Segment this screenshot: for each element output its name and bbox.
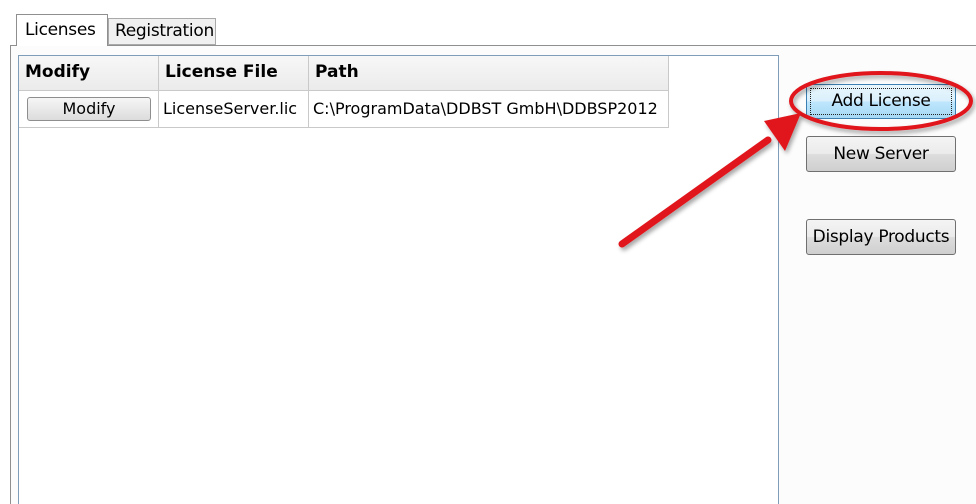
display-products-button[interactable]: Display Products — [806, 219, 956, 255]
new-server-button[interactable]: New Server — [806, 136, 956, 172]
tab-licenses[interactable]: Licenses — [16, 14, 108, 46]
table-row-path-cell[interactable]: C:\ProgramData\DDBST GmbH\DDBSP2012 — [309, 91, 669, 128]
column-header-modify[interactable]: Modify — [19, 56, 159, 91]
table-row-license-file-cell[interactable]: LicenseServer.lic — [159, 91, 309, 128]
add-license-button[interactable]: Add License — [806, 84, 956, 119]
table-row-modify-cell: Modify — [19, 91, 159, 128]
licenses-dialog: Licenses Registration Modify License Fil… — [0, 0, 976, 504]
column-header-license-file[interactable]: License File — [159, 56, 309, 91]
column-header-path[interactable]: Path — [309, 56, 669, 91]
tab-registration[interactable]: Registration — [108, 18, 216, 45]
modify-button[interactable]: Modify — [27, 97, 151, 121]
licenses-grid[interactable]: Modify License File Path Modify LicenseS… — [18, 55, 779, 504]
focus-rectangle — [810, 88, 952, 115]
